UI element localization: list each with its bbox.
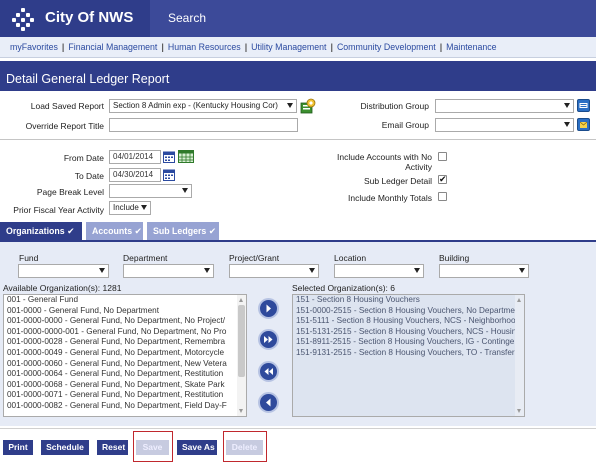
from-date-calendar-icon[interactable] [163, 151, 175, 163]
email-group-select[interactable] [435, 118, 574, 132]
override-report-title-input[interactable] [109, 118, 298, 132]
page-break-level-label: Page Break Level [36, 187, 104, 197]
load-saved-report-label: Load Saved Report [30, 101, 104, 111]
selected-organizations-label: Selected Organization(s): 6 [292, 283, 395, 293]
selected-list-scrollbar[interactable] [515, 295, 524, 416]
override-report-title-label: Override Report Title [25, 121, 104, 131]
include-monthly-totals-label: Include Monthly Totals [348, 193, 432, 203]
load-saved-report-value: Section 8 Admin exp - (Kentucky Housing … [113, 101, 278, 110]
email-group-label: Email Group [381, 120, 429, 130]
move-all-left-button[interactable] [258, 361, 279, 382]
load-report-icon[interactable] [300, 98, 316, 114]
building-filter-select[interactable] [439, 264, 529, 278]
department-filter-select[interactable] [123, 264, 214, 278]
list-item[interactable]: 001-0000-0060 - General Fund, No Departm… [4, 359, 246, 370]
distribution-group-label: Distribution Group [360, 101, 429, 111]
list-item[interactable]: 001 - General Fund [4, 295, 246, 306]
fund-filter-select[interactable] [18, 264, 109, 278]
to-date-label: To Date [74, 171, 104, 181]
save-as-button[interactable]: Save As [177, 440, 217, 455]
prior-fiscal-year-select[interactable]: Include [109, 201, 151, 215]
include-no-activity-label-cont: Activity [405, 162, 432, 172]
project-grant-filter-label: Project/Grant [229, 253, 280, 263]
date-range-grid-icon[interactable] [178, 150, 194, 163]
move-right-button[interactable] [258, 298, 279, 319]
include-monthly-totals-checkbox[interactable] [438, 192, 447, 201]
list-item[interactable]: 001-0000-0000 - General Fund, No Departm… [4, 316, 246, 327]
nav-item-community-development[interactable]: Community Development [337, 42, 436, 52]
to-date-input[interactable]: 04/30/2014 [109, 168, 161, 182]
search-input[interactable] [150, 0, 596, 37]
search-placeholder: Search [168, 11, 207, 25]
available-organizations-list[interactable]: 001 - General Fund 001-0000 - General Fu… [3, 294, 247, 417]
distribution-group-select[interactable] [435, 99, 574, 113]
location-filter-select[interactable] [334, 264, 424, 278]
location-filter-label: Location [334, 253, 367, 263]
available-organizations-label: Available Organization(s): 1281 [3, 283, 122, 293]
selected-organizations-list[interactable]: 151 - Section 8 Housing Vouchers 151-000… [292, 294, 525, 417]
tab-organizations[interactable]: Organizations ✔ [0, 222, 82, 241]
main-nav: myFavorites | Financial Management | Human R… [0, 37, 596, 58]
prior-fiscal-year-value: Include [113, 203, 139, 212]
prior-fiscal-year-label: Prior Fiscal Year Activity [13, 205, 104, 215]
include-no-activity-checkbox[interactable] [438, 152, 447, 161]
reset-button[interactable]: Reset [97, 440, 128, 455]
tab-sub-ledgers[interactable]: Sub Ledgers ✔ [147, 222, 219, 241]
list-item[interactable]: 001-0000-0049 - General Fund, No Departm… [4, 348, 246, 359]
list-item[interactable]: 151-9131-2515 - Section 8 Housing Vouche… [293, 348, 524, 359]
tab-accounts[interactable]: Accounts ✔ [86, 222, 143, 241]
list-item[interactable]: 151-8911-2515 - Section 8 Housing Vouche… [293, 337, 524, 348]
nav-item-human-resources[interactable]: Human Resources [168, 42, 241, 52]
list-item[interactable]: 001-0000-0064 - General Fund, No Departm… [4, 369, 246, 380]
list-item[interactable]: 151-5131-2515 - Section 8 Housing Vouche… [293, 327, 524, 338]
page-title-bar: Detail General Ledger Report [0, 61, 596, 91]
print-button[interactable]: Print [3, 440, 33, 455]
nav-item-financial-management[interactable]: Financial Management [68, 42, 157, 52]
list-item[interactable]: 151-5111 - Section 8 Housing Vouchers, N… [293, 316, 524, 327]
distribution-group-icon[interactable] [577, 99, 590, 112]
app-title: City Of NWS [45, 9, 134, 26]
nav-item-myfavorites[interactable]: myFavorites [10, 42, 58, 52]
list-item[interactable]: 001-0000-0000-001 - General Fund, No Dep… [4, 327, 246, 338]
nav-item-utility-management[interactable]: Utility Management [251, 42, 326, 52]
page-title: Detail General Ledger Report [6, 72, 170, 86]
city-logo-icon[interactable] [12, 8, 34, 31]
sub-ledger-detail-label: Sub Ledger Detail [363, 176, 432, 186]
section-divider-2 [0, 428, 596, 429]
list-item[interactable]: 001-0000-0028 - General Fund, No Departm… [4, 337, 246, 348]
delete-highlight-box [223, 431, 267, 462]
list-item[interactable]: 001-0000-0082 - General Fund, No Departm… [4, 401, 246, 412]
list-item[interactable]: 001-0000-0068 - General Fund, No Departm… [4, 380, 246, 391]
load-saved-report-select[interactable]: Section 8 Admin exp - (Kentucky Housing … [109, 99, 297, 113]
section-divider-1 [0, 139, 596, 140]
available-list-scrollbar[interactable] [237, 295, 246, 416]
email-group-icon[interactable] [577, 118, 590, 131]
move-left-button[interactable] [258, 392, 279, 413]
include-no-activity-label: Include Accounts with No [337, 152, 432, 162]
list-item[interactable]: 001-0000-0071 - General Fund, No Departm… [4, 390, 246, 401]
from-date-input[interactable]: 04/01/2014 [109, 150, 161, 164]
project-grant-filter-select[interactable] [229, 264, 319, 278]
schedule-button[interactable]: Schedule [41, 440, 89, 455]
department-filter-label: Department [123, 253, 168, 263]
sub-ledger-detail-checkbox[interactable] [438, 174, 447, 185]
list-item[interactable]: 151 - Section 8 Housing Vouchers [293, 295, 524, 306]
nav-links: myFavorites | Financial Management | Human R… [10, 42, 497, 52]
report-tabs: Organizations ✔ Accounts ✔ Sub Ledgers ✔ [0, 222, 596, 241]
to-date-calendar-icon[interactable] [163, 169, 175, 181]
fund-filter-label: Fund [19, 253, 39, 263]
app-header: City Of NWS Search [0, 0, 596, 37]
nav-item-maintenance[interactable]: Maintenance [446, 42, 496, 52]
save-highlight-box [133, 431, 173, 462]
from-date-label: From Date [63, 153, 104, 163]
move-all-right-button[interactable] [258, 329, 279, 350]
page-break-level-select[interactable] [109, 184, 192, 198]
list-item[interactable]: 001-0000 - General Fund, No Department [4, 306, 246, 317]
building-filter-label: Building [439, 253, 470, 263]
list-item[interactable]: 151-0000-2515 - Section 8 Housing Vouche… [293, 306, 524, 317]
